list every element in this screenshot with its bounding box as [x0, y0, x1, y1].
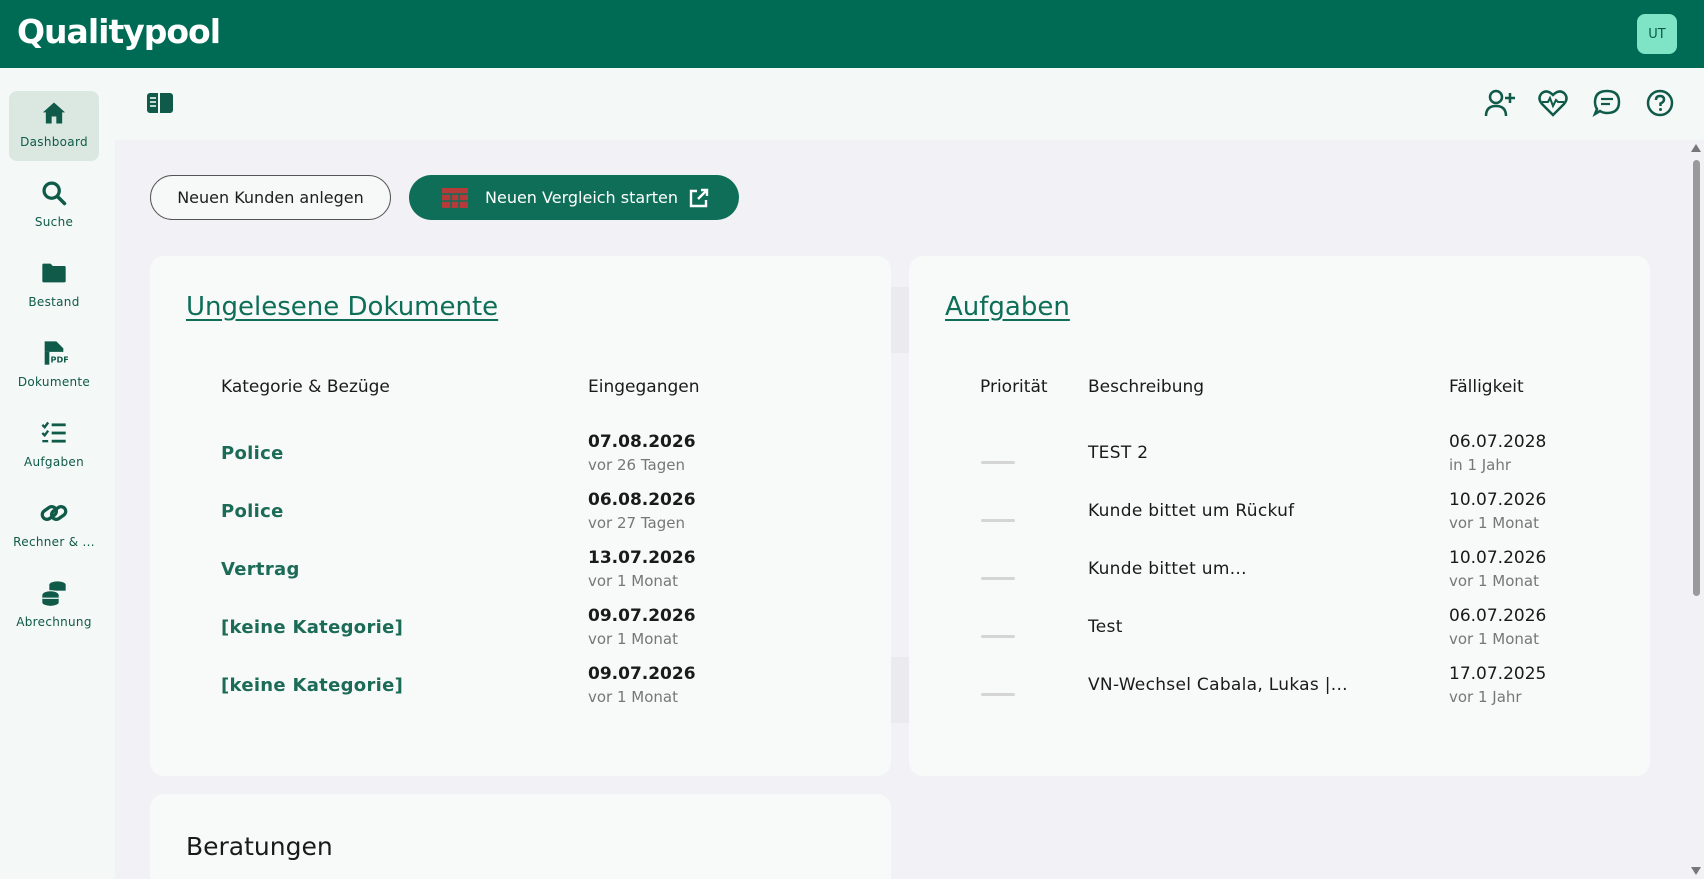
document-relative-date: vor 26 Tagen	[588, 456, 685, 474]
column-header-received: Eingegangen	[588, 377, 700, 397]
top-bar: Qualitypool UT	[0, 0, 1704, 68]
calculator-table-icon	[442, 187, 468, 208]
column-header-due: Fälligkeit	[1449, 377, 1524, 397]
divider	[891, 287, 911, 353]
task-relative-date: vor 1 Monat	[1449, 572, 1539, 590]
task-description[interactable]: Test	[1088, 617, 1123, 637]
unread-documents-card: Ungelesene Dokumente Kategorie & Bezüge …	[150, 256, 891, 776]
sidebar-item-label: Abrechnung	[16, 615, 92, 629]
external-link-icon	[689, 188, 709, 207]
sidebar-item-label: Rechner & ...	[13, 535, 95, 549]
consultations-card: Beratungen	[150, 794, 891, 879]
coins-icon	[41, 581, 66, 606]
new-comparison-label: Neuen Vergleich starten	[485, 188, 679, 207]
book-open-icon[interactable]	[143, 86, 177, 120]
document-category-link[interactable]: [keine Kategorie]	[221, 675, 403, 696]
app-logo[interactable]: Qualitypool	[17, 12, 221, 51]
task-description[interactable]: VN-Wechsel Cabala, Lukas |...	[1088, 675, 1348, 695]
sidebar-item-dokumente[interactable]: PDF Dokumente	[9, 331, 99, 401]
sidebar-item-aufgaben[interactable]: Aufgaben	[9, 411, 99, 481]
home-icon	[42, 102, 66, 124]
priority-indicator	[981, 461, 1015, 464]
task-due-date: 17.07.2025	[1449, 664, 1547, 684]
sidebar-item-label: Dokumente	[17, 375, 91, 389]
task-due-date: 06.07.2026	[1449, 606, 1547, 626]
chat-icon[interactable]	[1590, 86, 1624, 120]
sidebar-item-rechner[interactable]: Rechner & ...	[9, 491, 99, 561]
search-icon	[42, 181, 67, 206]
tasks-card: Aufgaben Priorität Beschreibung Fälligke…	[909, 256, 1650, 776]
document-relative-date: vor 1 Monat	[588, 630, 678, 648]
consultations-title: Beratungen	[186, 832, 333, 861]
task-due-date: 06.07.2028	[1449, 432, 1547, 452]
document-date: 06.08.2026	[588, 490, 696, 510]
pdf-file-icon: PDF	[44, 341, 69, 365]
task-description[interactable]: Kunde bittet um Rückuf	[1088, 501, 1294, 521]
task-description[interactable]: TEST 2	[1088, 443, 1148, 463]
task-relative-date: vor 1 Monat	[1449, 630, 1539, 648]
add-user-icon[interactable]	[1483, 86, 1517, 120]
column-header-description: Beschreibung	[1088, 377, 1205, 397]
column-header-category: Kategorie & Bezüge	[221, 377, 390, 397]
document-category-link[interactable]: [keine Kategorie]	[221, 617, 403, 638]
divider	[891, 657, 911, 723]
task-due-date: 10.07.2026	[1449, 490, 1547, 510]
link-icon	[40, 505, 68, 521]
heart-pulse-icon[interactable]	[1536, 86, 1570, 120]
scroll-down-icon[interactable]	[1691, 867, 1701, 875]
priority-indicator	[981, 635, 1015, 638]
document-category-link[interactable]: Police	[221, 443, 284, 464]
task-relative-date: vor 1 Monat	[1449, 514, 1539, 532]
document-relative-date: vor 1 Monat	[588, 688, 678, 706]
priority-indicator	[981, 577, 1015, 580]
scrollbar-thumb[interactable]	[1693, 160, 1700, 596]
document-date: 07.08.2026	[588, 432, 696, 452]
document-relative-date: vor 1 Monat	[588, 572, 678, 590]
document-date: 13.07.2026	[588, 548, 696, 568]
checklist-icon	[41, 421, 66, 443]
sidebar-item-suche[interactable]: Suche	[9, 171, 99, 241]
document-category-link[interactable]: Police	[221, 501, 284, 522]
document-category-link[interactable]: Vertrag	[221, 559, 300, 580]
sidebar-item-label: Aufgaben	[23, 455, 84, 469]
task-description[interactable]: Kunde bittet um...	[1088, 559, 1247, 579]
sidebar-item-abrechnung[interactable]: Abrechnung	[9, 571, 99, 641]
sidebar-item-label: Bestand	[28, 295, 80, 309]
new-comparison-button[interactable]: Neuen Vergleich starten	[409, 175, 739, 220]
task-relative-date: in 1 Jahr	[1449, 456, 1512, 474]
document-date: 09.07.2026	[588, 606, 696, 626]
document-relative-date: vor 27 Tagen	[588, 514, 685, 532]
sidebar-item-bestand[interactable]: Bestand	[9, 251, 99, 321]
toolbar	[115, 68, 1704, 140]
sidebar-item-label: Suche	[34, 215, 74, 229]
help-icon[interactable]	[1643, 86, 1677, 120]
task-due-date: 10.07.2026	[1449, 548, 1547, 568]
sidebar: Dashboard Suche Bestand PDF Dokumente Au…	[0, 68, 115, 879]
scrollbar[interactable]	[1688, 140, 1704, 879]
unread-documents-title[interactable]: Ungelesene Dokumente	[186, 292, 498, 322]
folder-icon	[42, 263, 66, 283]
scroll-up-icon[interactable]	[1691, 144, 1701, 152]
tasks-title[interactable]: Aufgaben	[945, 292, 1070, 322]
task-relative-date: vor 1 Jahr	[1449, 688, 1522, 706]
sidebar-item-dashboard[interactable]: Dashboard	[9, 91, 99, 161]
document-date: 09.07.2026	[588, 664, 696, 684]
svg-text:PDF: PDF	[51, 354, 69, 364]
main-content: Neuen Kunden anlegen Neuen Vergleich sta…	[115, 140, 1688, 879]
sidebar-item-label: Dashboard	[20, 135, 88, 149]
priority-indicator	[981, 519, 1015, 522]
new-customer-button[interactable]: Neuen Kunden anlegen	[150, 175, 391, 220]
user-avatar[interactable]: UT	[1637, 14, 1677, 54]
column-header-priority: Priorität	[980, 377, 1048, 397]
priority-indicator	[981, 693, 1015, 696]
